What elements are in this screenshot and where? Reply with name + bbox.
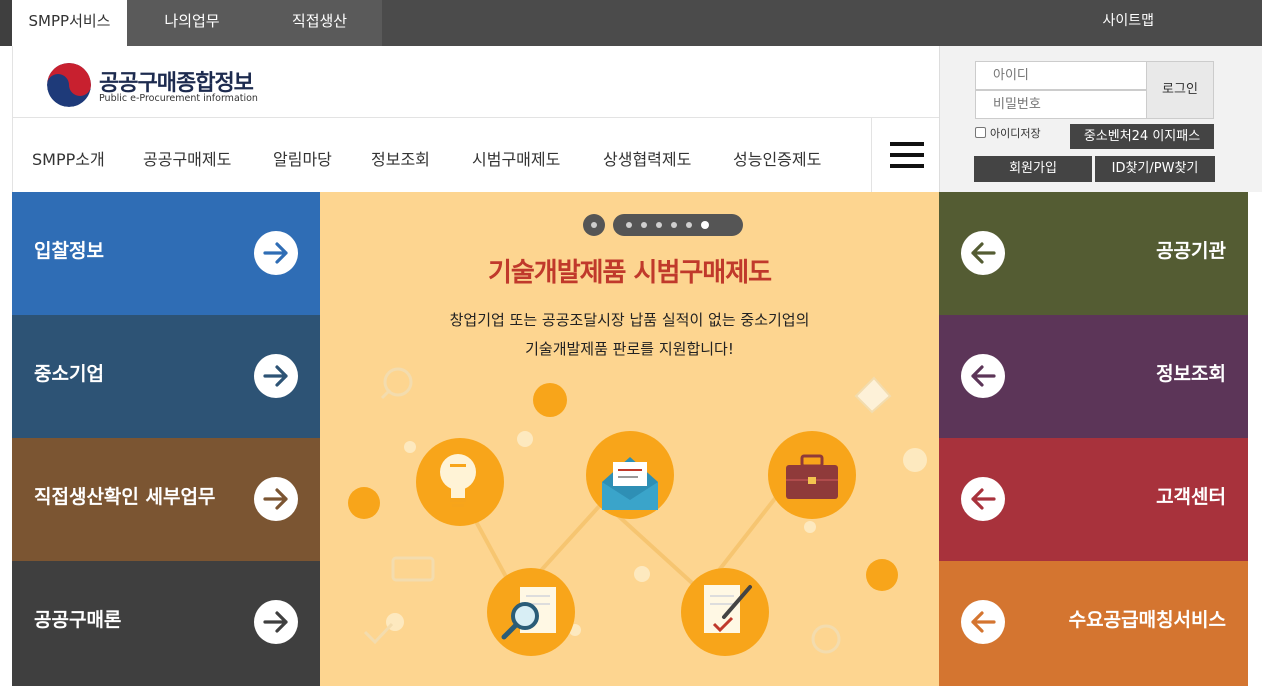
tile-public-purchase-theory[interactable]: 공공구매론 [12,561,320,686]
ezpass-button[interactable]: 중소벤처24 이지패스 [1070,124,1214,149]
top-bar-lead [0,0,12,46]
tile-supply-matching[interactable]: 수요공급매칭서비스 [939,561,1248,686]
remember-checkbox[interactable] [975,127,986,138]
logo-subtitle: Public e-Procurement information [99,93,258,104]
tile-label: 입찰정보 [34,240,104,262]
nav-smpp-intro[interactable]: SMPP소개 [32,146,105,170]
login-button[interactable]: 로그인 [1146,61,1214,119]
tab-direct-production[interactable]: 직접생산 [257,0,382,46]
sitemap-link[interactable]: 사이트맵 [1102,0,1154,46]
remember-id[interactable]: 아이디저장 [975,125,1041,141]
main-nav: SMPP소개 공공구매제도 알림마당 정보조회 시범구매제도 상생협력제도 성능… [13,118,871,192]
find-id-pw-button[interactable]: ID찾기/PW찾기 [1095,156,1215,182]
top-bar: SMPP서비스 나의업무 직접생산 사이트맵 [0,0,1262,46]
nav-win-win[interactable]: 상생협력제도 [603,146,691,170]
nav-performance-cert[interactable]: 성능인증제도 [733,146,821,170]
tile-sme[interactable]: 중소기업 [12,315,320,438]
password-input[interactable] [975,90,1147,119]
hamburger-icon[interactable] [871,118,940,192]
header: 공공구매종합정보 Public e-Procurement informatio… [12,46,940,192]
tile-label: 직접생산확인 세부업무 [34,486,216,508]
arrow-right-icon [254,354,298,398]
banner-illustration [348,367,927,656]
arrow-right-icon [254,600,298,644]
tile-label: 정보조회 [1156,363,1226,385]
tile-public-agency[interactable]: 공공기관 [939,192,1248,315]
arrow-left-icon [961,477,1005,521]
tile-direct-production[interactable]: 직접생산확인 세부업무 [12,438,320,561]
login-box: 로그인 아이디저장 중소벤처24 이지패스 회원가입 ID찾기/PW찾기 [939,46,1262,192]
arrow-left-icon [961,231,1005,275]
tile-label: 수요공급매칭서비스 [1068,609,1226,631]
join-button[interactable]: 회원가입 [974,156,1092,182]
site-logo[interactable]: 공공구매종합정보 Public e-Procurement informatio… [47,62,277,108]
tile-label: 공공구매론 [34,609,122,631]
tile-label: 공공기관 [1156,240,1226,262]
tile-customer-center[interactable]: 고객센터 [939,438,1248,561]
tab-my-work[interactable]: 나의업무 [127,0,257,46]
nav-pilot-purchase[interactable]: 시범구매제도 [472,146,560,170]
id-input[interactable] [975,61,1147,90]
tab-smpp-service[interactable]: SMPP서비스 [12,0,127,46]
tile-label: 중소기업 [34,363,104,385]
tile-bid-info[interactable]: 입찰정보 [12,192,320,315]
tile-label: 고객센터 [1156,486,1226,508]
arrow-right-icon [254,231,298,275]
nav-info-search[interactable]: 정보조회 [371,146,430,170]
nav-notice[interactable]: 알림마당 [273,146,332,170]
arrow-right-icon [254,477,298,521]
arrow-left-icon [961,600,1005,644]
remember-label: 아이디저장 [990,127,1041,140]
main-banner[interactable]: 기술개발제품 시범구매제도 창업기업 또는 공공조달시장 납품 실적이 없는 중… [320,192,939,686]
arrow-left-icon [961,354,1005,398]
nav-public-purchase[interactable]: 공공구매제도 [143,146,231,170]
tile-info-search[interactable]: 정보조회 [939,315,1248,438]
taegeuk-icon [47,63,91,107]
